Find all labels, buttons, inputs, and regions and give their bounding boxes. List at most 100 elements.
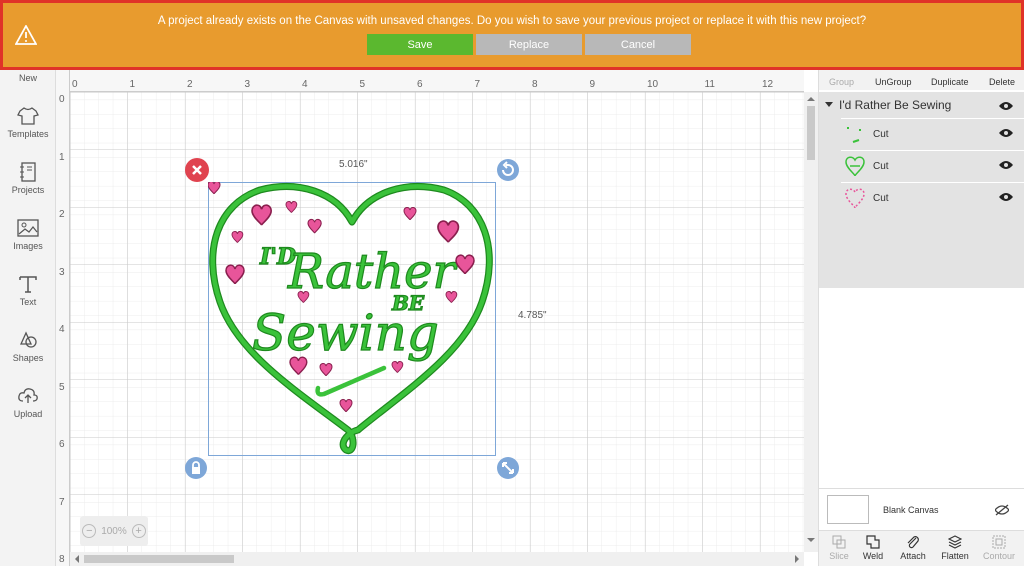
- eye-icon[interactable]: [999, 128, 1013, 138]
- templates-label: Templates: [7, 129, 49, 139]
- duplicate-button[interactable]: Duplicate: [931, 77, 969, 87]
- canvas-swatch[interactable]: [827, 495, 869, 524]
- vertical-scroll-thumb[interactable]: [807, 106, 815, 160]
- ruler-top: 0 1 2 3 4 5 6 7 8 9 10 11 12: [56, 70, 804, 92]
- zoom-control: − 100% +: [80, 516, 148, 546]
- ruler-left-number: 2: [59, 209, 65, 220]
- ruler-top-number: 7: [474, 79, 481, 90]
- caret-down-icon[interactable]: [825, 100, 833, 108]
- layer-label: Cut: [873, 129, 889, 140]
- weld-label: Weld: [862, 551, 884, 561]
- ungroup-button[interactable]: UnGroup: [875, 77, 912, 87]
- ruler-top-number: 2: [187, 79, 193, 90]
- attach-icon: [907, 536, 919, 549]
- shapes-icon: [19, 331, 37, 348]
- flatten-icon: [948, 535, 962, 549]
- eye-icon[interactable]: [999, 160, 1013, 170]
- horizontal-scrollbar[interactable]: [70, 552, 804, 566]
- attach-button[interactable]: Attach: [893, 535, 933, 561]
- text-label: Text: [19, 297, 37, 307]
- ruler-top-number: 11: [704, 79, 715, 90]
- ruler-left-number: 7: [59, 496, 65, 508]
- layer-row[interactable]: Cut: [841, 118, 1024, 149]
- zoom-in-button[interactable]: +: [131, 524, 146, 538]
- design-text-rather: Rather: [287, 244, 458, 300]
- templates-button[interactable]: Templates: [0, 106, 56, 139]
- flatten-label: Flatten: [941, 551, 969, 561]
- contour-label: Contour: [982, 551, 1016, 561]
- zoom-out-button[interactable]: −: [82, 524, 97, 538]
- shapes-label: Shapes: [12, 353, 44, 363]
- ruler-top-number: 1: [129, 79, 136, 90]
- zoom-level: 100%: [101, 525, 127, 537]
- shapes-button[interactable]: Shapes: [0, 330, 56, 363]
- slice-label: Slice: [829, 551, 849, 561]
- layer-thumbnail-icon: [845, 156, 865, 177]
- ruler-top-number: 6: [417, 79, 423, 90]
- layer-thumbnail-icon: [845, 188, 865, 209]
- banner-message: A project already exists on the Canvas w…: [157, 15, 867, 27]
- horizontal-scroll-thumb[interactable]: [84, 555, 234, 563]
- ruler-left-number: 5: [59, 381, 65, 393]
- design-text-sewing: Sewing: [252, 304, 439, 362]
- flatten-button[interactable]: Flatten: [935, 535, 975, 561]
- group-button[interactable]: Group: [829, 77, 854, 87]
- layers-toolbar: Group UnGroup Duplicate Delete: [819, 70, 1024, 90]
- delete-handle-icon[interactable]: [184, 157, 210, 183]
- weld-icon: [866, 535, 880, 549]
- ruler-top-number: 3: [244, 79, 251, 90]
- scroll-down-icon[interactable]: [807, 536, 815, 544]
- text-button[interactable]: Text: [0, 274, 56, 307]
- scroll-left-icon[interactable]: [73, 555, 81, 563]
- eye-hidden-icon[interactable]: [995, 504, 1009, 516]
- left-toolbar: New Templates Projects Images Text Shape…: [0, 0, 56, 566]
- ruler-top-number: 9: [589, 79, 596, 90]
- weld-button[interactable]: Weld: [853, 535, 893, 561]
- layer-group-row[interactable]: I'd Rather Be Sewing: [819, 92, 1024, 116]
- ruler-left-number: 1: [59, 151, 65, 163]
- ruler-top-number: 4: [302, 79, 308, 90]
- lock-handle-icon[interactable]: [184, 456, 208, 480]
- save-button[interactable]: Save: [367, 34, 473, 55]
- ruler-left-number: 4: [59, 324, 65, 335]
- ruler-left-number: 8: [59, 554, 65, 565]
- notebook-icon: [20, 162, 36, 182]
- images-label: Images: [13, 241, 43, 251]
- new-button[interactable]: New: [0, 73, 56, 83]
- attach-label: Attach: [900, 551, 926, 561]
- layers-panel: Group UnGroup Duplicate Delete I'd Rathe…: [818, 70, 1024, 566]
- images-button[interactable]: Images: [0, 218, 56, 251]
- warning-icon: [15, 25, 37, 45]
- replace-button[interactable]: Replace: [476, 34, 582, 55]
- shirt-icon: [17, 107, 39, 125]
- ruler-top-number: 10: [647, 79, 659, 90]
- sewing-heart-design[interactable]: I'D Rather BE Sewing: [208, 182, 496, 456]
- upload-button[interactable]: Upload: [0, 386, 56, 419]
- design-canvas[interactable]: 0 1 2 3 4 5 6 7 8 9 10 11 12 012345678 5.016" 4.785"…: [56, 70, 804, 566]
- scroll-right-icon[interactable]: [793, 555, 801, 563]
- layer-list: I'd Rather Be Sewing Cut Cut Cut: [819, 92, 1024, 288]
- layer-row[interactable]: Cut: [841, 182, 1024, 213]
- eye-icon[interactable]: [999, 101, 1013, 111]
- delete-button[interactable]: Delete: [989, 77, 1015, 87]
- ruler-top-number: 5: [359, 79, 366, 90]
- rotate-handle-icon[interactable]: [496, 158, 520, 182]
- layer-thumbnail-icon: [847, 127, 861, 143]
- cancel-button[interactable]: Cancel: [585, 34, 691, 55]
- resize-handle-icon[interactable]: [496, 456, 520, 480]
- blank-canvas-row[interactable]: Blank Canvas: [819, 488, 1024, 530]
- ruler-top-number: 0: [72, 79, 78, 90]
- upload-label: Upload: [13, 409, 43, 419]
- projects-button[interactable]: Projects: [0, 162, 56, 195]
- contour-button[interactable]: Contour: [979, 535, 1019, 561]
- ruler-top-number: 12: [762, 79, 774, 90]
- layer-row[interactable]: Cut: [841, 150, 1024, 181]
- scroll-up-icon[interactable]: [807, 95, 815, 103]
- vertical-scrollbar[interactable]: [804, 92, 818, 552]
- ruler-left-number: 0: [59, 94, 65, 105]
- eye-icon[interactable]: [999, 192, 1013, 202]
- unsaved-changes-banner: A project already exists on the Canvas w…: [0, 0, 1024, 70]
- width-dimension: 5.016": [339, 159, 368, 170]
- slice-icon: [832, 535, 846, 549]
- text-icon: [19, 276, 37, 293]
